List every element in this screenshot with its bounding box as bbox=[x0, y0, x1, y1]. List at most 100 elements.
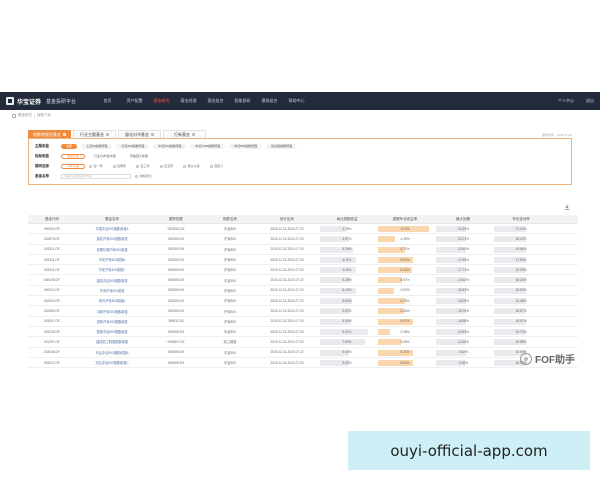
fund-name[interactable]: 华安沪深300增强A bbox=[99, 257, 126, 262]
theme-option[interactable]: 上证50指数增强 bbox=[81, 143, 113, 149]
theme-option[interactable]: 创业板指数增强 bbox=[266, 143, 298, 149]
nav-item[interactable]: 首页 bbox=[94, 98, 121, 104]
tab-fund-type[interactable]: 打新基金 bbox=[163, 130, 206, 138]
nav-item[interactable]: 资产配置 bbox=[121, 98, 148, 104]
fund-name[interactable]: 建信中证500指数增强 bbox=[97, 278, 128, 283]
fund-code[interactable]: 001297.OF bbox=[44, 340, 60, 344]
theme-option[interactable]: 中证800指数增强 bbox=[229, 143, 263, 149]
fund-code[interactable]: 000312.OF bbox=[44, 288, 60, 292]
table-row[interactable]: 003133.OF 国泰中证500指数增强 000905.SH 中证500 2020.1… bbox=[28, 327, 578, 338]
table-row[interactable]: 003016.OF 天弘中证500指数增强A 000905.SH 中证500 2020.… bbox=[28, 348, 578, 358]
fund-name[interactable]: 申万沪深300增强A bbox=[99, 298, 126, 303]
table-row[interactable]: 003007.OF 招商沪深300指数增强 399012.SZ 沪深300 2020.1… bbox=[28, 317, 578, 327]
fund-code[interactable]: 002510.OF bbox=[44, 299, 60, 303]
radio-icon bbox=[89, 164, 93, 168]
table-cell: 3.90% bbox=[376, 286, 434, 295]
theme-option[interactable]: 中证1000指数增强 bbox=[190, 143, 226, 149]
fund-name[interactable]: 华安沪深300增强 bbox=[100, 288, 124, 293]
fund-name[interactable]: 华安沪深300增强C bbox=[99, 267, 126, 272]
table-cell: 3.08% bbox=[376, 327, 434, 336]
table-row[interactable]: 001297.OF 建信精工制造指数增强 000819.CSI 精工制造 2020.12… bbox=[28, 337, 578, 348]
fund-name[interactable]: 中欧沪深300指数增强 bbox=[97, 309, 128, 314]
nav-item[interactable]: 基金组合 bbox=[202, 98, 229, 104]
nav-item[interactable]: 基金经理 bbox=[175, 98, 202, 104]
table-row[interactable]: 002510.OF 申万沪深300增强A 000300.SH 沪深300 2020.12… bbox=[28, 296, 578, 307]
column-header[interactable]: 统计区间 bbox=[256, 217, 318, 222]
theme-option[interactable]: 全部 bbox=[61, 143, 78, 149]
fund-name[interactable]: 建信精工制造指数增强 bbox=[96, 339, 128, 344]
table-row[interactable]: 000312.OF 华安沪深300增强 000300.SH 沪深300 2020.12.… bbox=[28, 286, 578, 297]
download-icon[interactable] bbox=[564, 204, 570, 210]
period-option[interactable]: 近一年 bbox=[89, 164, 103, 168]
nav-item[interactable]: 模拟组合 bbox=[256, 98, 283, 104]
column-header[interactable]: 最大回撤 bbox=[434, 217, 492, 222]
table-row[interactable]: 003312.OF 华安沪深300增强C 000300.SH 沪深300 2020.12… bbox=[28, 265, 578, 276]
fund-code[interactable]: 002311.OF bbox=[44, 258, 60, 262]
column-header[interactable]: 基金名称 bbox=[76, 217, 148, 222]
period-option[interactable]: 近三年 bbox=[136, 164, 150, 168]
fund-code[interactable]: 003007.OF bbox=[44, 319, 60, 323]
nav-item[interactable]: 智能投研 bbox=[229, 98, 256, 104]
fund-code[interactable]: 002670.OF bbox=[44, 237, 60, 241]
user-center-link[interactable]: 个人中心 bbox=[558, 98, 574, 104]
table-cell: 20.48% bbox=[492, 296, 550, 305]
table-row[interactable]: 000478.OF 建信中证500指数增强 000905.SH 中证500 2020.1… bbox=[28, 275, 578, 286]
breadcrumb-item[interactable]: 基金研究 bbox=[18, 113, 32, 118]
tab-fund-type[interactable]: 行业主题基金 bbox=[73, 130, 116, 138]
theme-option[interactable]: 中证500指数增强 bbox=[153, 143, 187, 149]
fund-name[interactable]: 建信沪深300指数增强 bbox=[97, 236, 128, 241]
table-cell: 8.43% bbox=[376, 265, 434, 274]
logout-link[interactable]: 退出 bbox=[586, 98, 594, 104]
column-header[interactable]: 年化波动率 bbox=[492, 217, 550, 222]
table-row[interactable]: 002311.OF 华安沪深300增强A 000300.SH 沪深300 2020.12… bbox=[28, 255, 578, 266]
fund-code[interactable]: 003312.OF bbox=[44, 268, 60, 272]
fund-name[interactable]: 天弘中证500指数增强A bbox=[96, 350, 129, 355]
indicator-option[interactable]: 行业分布/集中度 bbox=[89, 154, 121, 159]
fund-code[interactable]: 000942.OF bbox=[44, 227, 60, 231]
table-row[interactable]: 002650.OF 中欧沪深300指数增强 000300.SH 沪深300 2020.1… bbox=[28, 306, 578, 317]
cell-value: 4.39% bbox=[342, 226, 352, 231]
fund-search-input[interactable]: 请输入基金名称/代码 bbox=[61, 173, 131, 179]
tab-fund-type[interactable]: 量化对冲基金 bbox=[118, 130, 161, 138]
table-row[interactable]: 000942.OF 华宝中证500指数增强A 000905.CSI 中证500 2020… bbox=[28, 224, 578, 235]
period-option[interactable]: 近五年 bbox=[159, 164, 173, 168]
period-option[interactable]: 成立以来 bbox=[183, 164, 200, 168]
help-icon[interactable] bbox=[192, 133, 195, 136]
column-header[interactable]: 基金代码 bbox=[28, 217, 76, 222]
help-icon[interactable] bbox=[106, 133, 109, 136]
help-icon[interactable] bbox=[151, 133, 154, 136]
tab-fund-type[interactable]: 指数增强型基金 bbox=[28, 130, 71, 138]
fund-name[interactable]: 国泰中证500指数增强 bbox=[97, 329, 128, 334]
period-option[interactable]: 今年以来 bbox=[61, 163, 86, 169]
column-header[interactable]: 每日超额收益 bbox=[318, 217, 376, 222]
theme-option[interactable]: 沪深300指数增强 bbox=[116, 143, 150, 149]
fund-name[interactable]: 天弘中证500指数增强C bbox=[95, 360, 128, 365]
logo[interactable]: 华宝证券 基金投研平台 bbox=[6, 97, 76, 106]
indicator-option[interactable]: 收益表现 bbox=[61, 153, 86, 159]
table-cell: 2020.12.31-2021.07.20 bbox=[256, 245, 318, 254]
period-option[interactable]: 近两年 bbox=[112, 164, 126, 168]
fund-name[interactable]: 景顺长城沪深300增强 bbox=[97, 247, 128, 252]
fund-code[interactable]: 000478.OF bbox=[44, 278, 60, 282]
table-row[interactable]: 002670.OF 建信沪深300指数增强 000300.SH 沪深300 2020.1… bbox=[28, 234, 578, 245]
fund-code[interactable]: 002650.OF bbox=[44, 309, 60, 313]
table-cell: 5.97% bbox=[376, 275, 434, 284]
fund-name[interactable]: 华宝中证500指数增强A bbox=[96, 226, 129, 231]
home-icon[interactable] bbox=[12, 113, 16, 118]
table-row[interactable]: 003017.OF 天弘中证500指数增强C 000905.SH 中证500 2020.… bbox=[28, 358, 578, 369]
column-header[interactable]: 超额年化收益率 bbox=[376, 217, 434, 222]
add-compare-button[interactable]: 添加对比 bbox=[135, 174, 152, 178]
period-option[interactable]: 自定义 bbox=[209, 164, 223, 168]
nav-item[interactable]: 帮助中心 bbox=[283, 98, 310, 104]
column-header[interactable]: 指数名称 bbox=[204, 217, 256, 222]
fund-code[interactable]: 003016.OF bbox=[44, 350, 60, 354]
fund-code[interactable]: 003311.OF bbox=[44, 247, 60, 251]
fund-code[interactable]: 003133.OF bbox=[44, 330, 60, 334]
table-row[interactable]: 003311.OF 景顺长城沪深300增强 000300.SH 沪深300 2020.1… bbox=[28, 245, 578, 255]
fund-code[interactable]: 003017.OF bbox=[44, 361, 60, 365]
help-icon[interactable] bbox=[63, 133, 66, 136]
column-header[interactable]: 跟踪指数 bbox=[148, 217, 204, 222]
fund-name[interactable]: 招商沪深300指数增强 bbox=[97, 319, 128, 324]
nav-item[interactable]: 基金研究 bbox=[148, 98, 175, 104]
indicator-option[interactable]: 风格因子暴露 bbox=[125, 154, 153, 159]
